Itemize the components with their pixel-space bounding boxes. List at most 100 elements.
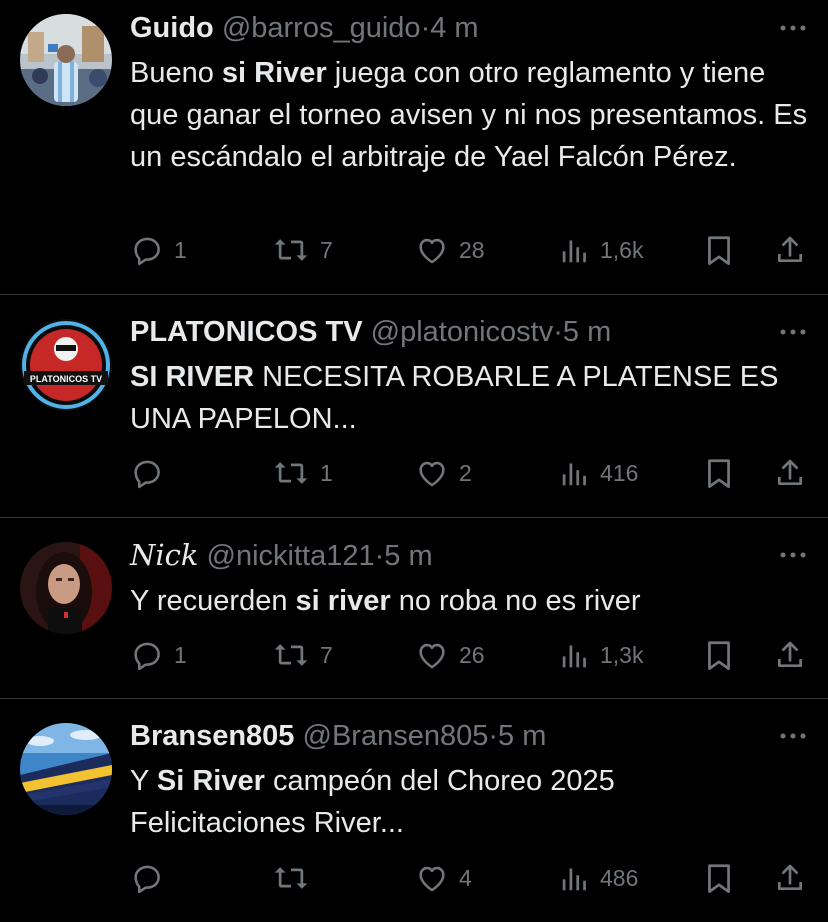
bookmark-button[interactable] [704,230,734,270]
views-button[interactable]: 1,3k [560,635,643,675]
tweet[interactable]: Bransen805 @Bransen805·5 m Y Si River ca… [0,699,828,922]
like-count: 4 [459,864,472,891]
share-icon [774,233,806,267]
display-name[interactable]: Guido [130,12,214,44]
reply-icon [130,456,164,490]
views-count: 1,6k [600,236,644,263]
reply-icon [130,861,164,895]
retweet-count: 7 [320,641,333,668]
retweet-button[interactable] [272,858,320,898]
display-name[interactable]: Nick [130,538,198,572]
retweet-button[interactable]: 7 [272,635,333,675]
retweet-count: 1 [320,459,333,486]
action-bar: 1 7 28 1,6k [0,230,828,270]
reply-icon [130,233,164,267]
more-icon[interactable] [778,545,808,565]
like-button[interactable]: 2 [415,453,472,493]
avatar-image: PLATONICOS TV [20,319,112,411]
bookmark-icon [704,638,734,672]
reply-count: 1 [174,641,187,668]
share-button[interactable] [774,230,806,270]
tweet-text-part: Bueno [130,57,222,89]
tweet-text: SI RIVER NECESITA ROBARLE A PLATENSE ES … [130,356,820,440]
tweet-header: Bransen805 @Bransen805·5 m [130,718,546,754]
timestamp[interactable]: 5 m [384,540,432,572]
like-button[interactable]: 28 [415,230,485,270]
views-button[interactable]: 1,6k [560,230,643,270]
retweet-icon [272,638,310,672]
timestamp[interactable]: 4 m [430,12,478,44]
avatar[interactable] [20,723,112,815]
bookmark-button[interactable] [704,858,734,898]
more-icon[interactable] [778,322,808,342]
like-button[interactable]: 4 [415,858,472,898]
views-icon [560,861,590,895]
separator-dot: · [374,540,385,572]
views-icon [560,456,590,490]
action-bar: 1 7 26 1,3k [0,635,828,675]
views-icon [560,233,590,267]
tweet-text-part: Y recuerden [130,585,296,617]
heart-icon [415,861,449,895]
tweet[interactable]: Nick @nickitta121·5 m Y recuerden si riv… [0,518,828,698]
display-name[interactable]: PLATONICOS TV [130,316,363,348]
retweet-button[interactable]: 1 [272,453,333,493]
views-count: 1,3k [600,641,644,668]
heart-icon [415,233,449,267]
views-button[interactable]: 486 [560,858,638,898]
share-icon [774,456,806,490]
tweet[interactable]: PLATONICOS TV PLATONICOS TV @platonicost… [0,295,828,517]
views-button[interactable]: 416 [560,453,638,493]
avatar[interactable] [20,542,112,634]
like-button[interactable]: 26 [415,635,485,675]
reply-button[interactable] [130,453,174,493]
timestamp[interactable]: 5 m [498,720,546,752]
tweet-text-highlight: si river [295,585,391,617]
like-count: 28 [459,236,485,263]
separator-dot: · [420,12,431,44]
action-bar: 4 486 [0,858,828,898]
share-icon [774,638,806,672]
tweet-header: Guido @barros_guido·4 m [130,10,479,46]
bookmark-icon [704,233,734,267]
tweet-text: Bueno si River juega con otro reglamento… [130,52,820,178]
separator-dot: · [553,316,563,348]
share-button[interactable] [774,453,806,493]
tweet-text-highlight: Si River [156,765,265,797]
tweet[interactable]: Guido @barros_guido·4 m Bueno si River j… [0,0,828,294]
user-handle[interactable]: @platonicostv [371,316,554,348]
user-handle[interactable]: @nickitta121 [207,540,375,572]
retweet-icon [272,456,310,490]
retweet-icon [272,233,310,267]
share-button[interactable] [774,635,806,675]
reply-button[interactable] [130,858,174,898]
avatar[interactable]: PLATONICOS TV [20,319,112,411]
retweet-button[interactable]: 7 [272,230,333,270]
avatar-image [20,14,112,106]
action-bar: 1 2 416 [0,453,828,493]
more-icon[interactable] [778,726,808,746]
heart-icon [415,456,449,490]
tweet-text-highlight: si River [221,57,327,89]
avatar[interactable] [20,14,112,106]
reply-icon [130,638,164,672]
more-icon[interactable] [778,18,808,38]
share-button[interactable] [774,858,806,898]
bookmark-icon [704,456,734,490]
views-count: 416 [600,459,639,486]
avatar-image [20,542,112,634]
bookmark-button[interactable] [704,635,734,675]
display-name[interactable]: Bransen805 [130,720,294,752]
user-handle[interactable]: @Bransen805 [303,720,489,752]
reply-button[interactable]: 1 [130,230,187,270]
timestamp[interactable]: 5 m [563,316,611,348]
tweet-text: Y Si River campeón del Choreo 2025 Felic… [130,760,730,844]
user-handle[interactable]: @barros_guido [222,12,421,44]
like-count: 2 [459,459,472,486]
reply-count: 1 [174,236,187,263]
tweet-text-part: no roba no es river [390,585,641,617]
reply-button[interactable]: 1 [130,635,187,675]
bookmark-icon [704,861,734,895]
retweet-count: 7 [320,236,333,263]
bookmark-button[interactable] [704,453,734,493]
